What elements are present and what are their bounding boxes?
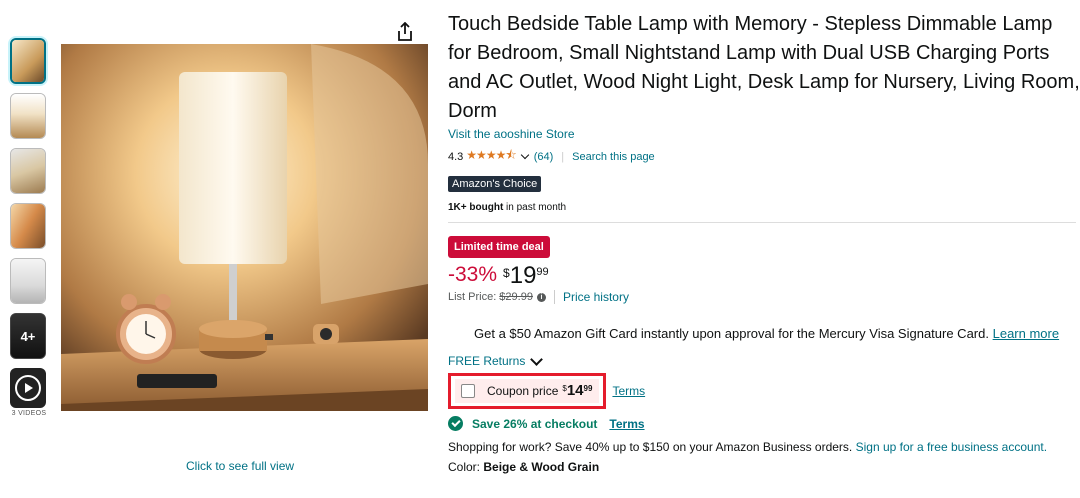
info-icon[interactable]: i [536,292,546,302]
thumbnail-image-1[interactable] [10,38,46,84]
color-selection: Color: Beige & Wood Grain [448,460,1080,474]
business-offer-text: Shopping for work? Save 40% up to $150 o… [448,440,853,454]
thumbnail-video[interactable] [10,368,46,408]
product-title: Touch Bedside Table Lamp with Memory - S… [448,13,1080,122]
limited-deal-badge: Limited time deal [448,236,550,258]
gift-card-text: Get a $50 Amazon Gift Card instantly upo… [474,326,989,341]
price-row: -33% $ 19 99 [448,263,1080,289]
chevron-down-icon[interactable] [520,150,529,160]
price-whole: 19 [509,262,537,289]
coupon-label: Coupon price [487,384,559,398]
discount-percent: -33% [448,263,498,286]
business-signup-link[interactable]: Sign up for a free business account. [856,440,1047,454]
product-details: Touch Bedside Table Lamp with Memory - S… [448,10,1080,474]
thumbnail-image-3[interactable] [10,148,46,194]
coupon-option[interactable]: Coupon price $ 14 99 [455,379,600,403]
thumbnail-image-5[interactable] [10,258,46,304]
savings-terms-link[interactable]: Terms [609,417,644,431]
free-returns-dropdown[interactable]: FREE Returns [448,352,1080,368]
thumbnail-strip: 4+ 3 VIDEOS [10,38,48,417]
learn-more-link[interactable]: Learn more [993,326,1059,341]
coupon-whole: 14 [566,382,584,399]
current-price: $ 19 99 [503,263,549,289]
gift-card-offer: Get a $50 Amazon Gift Card instantly upo… [474,326,1080,341]
more-images-count: 4+ [11,314,45,358]
business-offer: Shopping for work? Save 40% up to $150 o… [448,439,1048,456]
thumbnail-more-images[interactable]: 4+ [10,313,46,359]
chevron-down-icon [530,352,544,366]
coupon-checkbox[interactable] [461,384,475,398]
review-count-link[interactable]: (64) [534,151,554,163]
bought-period: in past month [503,202,567,213]
list-price-label: List Price: [448,291,497,303]
main-product-image[interactable] [61,44,428,411]
thumbnail-image-4[interactable] [10,203,46,249]
amazons-choice-badge: Amazon's Choice [448,176,542,192]
color-label: Color: [448,460,481,474]
checkout-savings-text: Save 26% at checkout [472,416,598,431]
coupon-price: $ 14 99 [562,383,592,399]
share-icon[interactable] [396,22,414,42]
videos-label: 3 VIDEOS [11,410,47,417]
search-this-page-link[interactable]: Search this page [572,151,655,163]
list-price-divider [553,290,555,304]
checkmark-icon [448,416,463,431]
list-price-value: $29.99 [499,291,533,303]
list-price-row: List Price: $29.99 i Price history [448,290,1080,304]
store-link[interactable]: Visit the aooshine Store [448,127,1080,141]
coupon-row: Coupon price $ 14 99 Terms [448,373,1080,409]
coupon-fraction: 99 [583,384,593,393]
checkout-savings-row: Save 26% at checkout Terms [448,416,1080,431]
price-fraction: 99 [536,266,549,278]
bought-count: 1K+ bought [448,202,504,213]
section-divider [448,222,1076,223]
rating-divider: | [561,150,565,163]
free-returns-label: FREE Returns [448,354,526,368]
bought-in-past-month: 1K+ bought in past month [448,202,1080,213]
price-currency: $ [503,266,510,280]
coupon-highlight: Coupon price $ 14 99 [448,373,607,409]
full-view-link[interactable]: Click to see full view [186,459,294,473]
thumbnail-image-2[interactable] [10,93,46,139]
coupon-terms-link[interactable]: Terms [612,384,645,398]
price-history-link[interactable]: Price history [563,290,629,304]
rating-value: 4.3 [448,150,464,163]
star-rating-icon[interactable]: ★★★★⯪ [466,146,516,167]
color-value: Beige & Wood Grain [483,460,600,474]
lamp-photo [61,44,428,411]
rating-row: 4.3 ★★★★⯪ (64) | Search this page [448,146,1080,167]
play-icon [15,375,41,401]
